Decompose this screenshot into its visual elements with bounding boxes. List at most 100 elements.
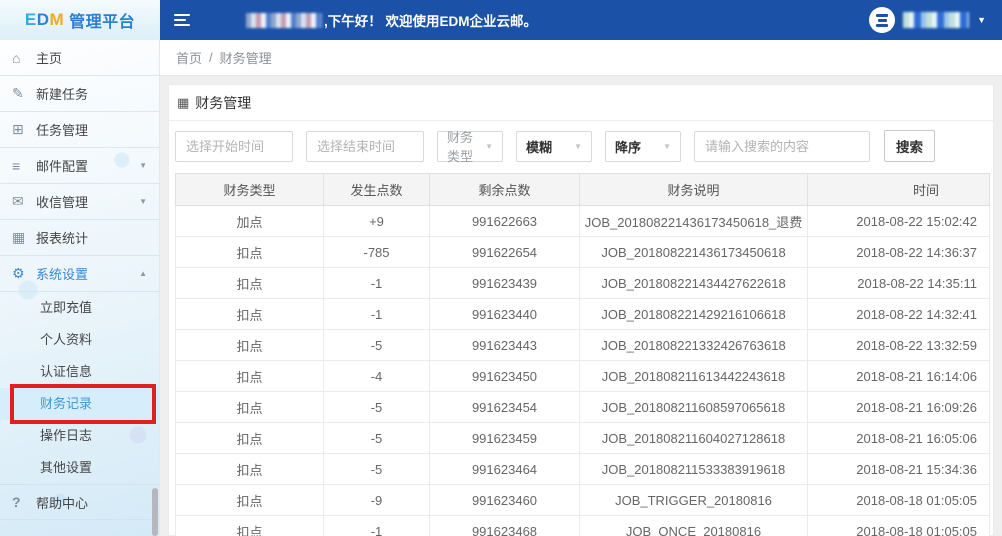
cell-description: JOB_ONCE_20180816 (580, 516, 808, 536)
cell-time: 2018-08-22 13:32:59 (808, 330, 990, 361)
breadcrumb-current: 财务管理 (220, 48, 272, 67)
cell-time: 2018-08-22 14:32:41 (808, 299, 990, 330)
table-row: 加点+9991622663JOB_201808221436173450618_退… (176, 206, 990, 237)
table-row: 扣点-1991623440JOB_20180822142921610661820… (176, 299, 990, 330)
tasks-icon: ⊞ (12, 121, 36, 138)
sidebar-subitem-label: 认证信息 (40, 364, 92, 379)
cell-finance-type: 扣点 (176, 516, 324, 536)
column-header-1: 发生点数 (324, 174, 430, 206)
start-time-input[interactable] (175, 131, 293, 162)
cell-finance-type: 扣点 (176, 392, 324, 423)
cell-time: 2018-08-22 15:02:42 (808, 206, 990, 237)
cell-points-remaining: 991623464 (430, 454, 580, 485)
table-row: 扣点-5991623443JOB_20180822133242676361820… (176, 330, 990, 361)
chevron-down-icon: ▼ (977, 15, 986, 25)
sidebar-item-label: 报表统计 (36, 228, 88, 247)
app-logo: EDM管理平台 (0, 0, 160, 40)
sidebar-item-help[interactable]: ?帮助中心 (0, 484, 159, 520)
cell-finance-type: 扣点 (176, 237, 324, 268)
panel-header: ▦ 财务管理 (169, 85, 993, 121)
cell-time: 2018-08-21 16:14:06 (808, 361, 990, 392)
cell-points-remaining: 991623450 (430, 361, 580, 392)
panel-title: 财务管理 (195, 93, 251, 113)
cell-points-remaining: 991623439 (430, 268, 580, 299)
redacted-account-name (903, 12, 969, 28)
search-input[interactable] (694, 131, 870, 162)
sidebar-item-label: 帮助中心 (36, 493, 88, 512)
breadcrumb-home-link[interactable]: 首页 (176, 48, 202, 67)
sidebar-item-label: 新建任务 (36, 84, 88, 103)
cell-finance-type: 扣点 (176, 423, 324, 454)
user-menu[interactable]: ▼ (869, 7, 1002, 33)
gear-icon: ⚙ (12, 265, 36, 282)
edm-avatar-icon (869, 7, 895, 33)
finance-table: 财务类型发生点数剩余点数财务说明时间 加点+9991622663JOB_2018… (175, 173, 990, 536)
sidebar: ⌂主页✎新建任务⊞任务管理≡邮件配置▼✉收信管理▼▦报表统计⚙系统设置▲ 立即充… (0, 40, 160, 536)
cell-points-remaining: 991623468 (430, 516, 580, 536)
sidebar-item-4[interactable]: ✉收信管理▼ (0, 184, 159, 220)
cell-finance-type: 扣点 (176, 454, 324, 485)
end-time-input[interactable] (306, 131, 424, 162)
sidebar-item-5[interactable]: ▦报表统计 (0, 220, 159, 256)
sidebar-item-6[interactable]: ⚙系统设置▲ (0, 256, 159, 292)
cell-description: JOB_201808211613442243618 (580, 361, 808, 392)
logo-letter-e: E (25, 10, 37, 30)
chevron-down-icon: ▼ (473, 142, 493, 151)
chevron-down-icon: ▼ (139, 161, 147, 170)
cell-points-remaining: 991623459 (430, 423, 580, 454)
sidebar-item-label: 邮件配置 (36, 156, 88, 175)
finance-type-select[interactable]: 财务类型 ▼ (437, 131, 503, 162)
cell-points-remaining: 991622654 (430, 237, 580, 268)
sort-order-value: 降序 (615, 137, 641, 156)
cell-points-change: -5 (324, 330, 430, 361)
sidebar-submenu: 立即充值个人资料认证信息财务记录操作日志其他设置 (0, 292, 159, 484)
cell-description: JOB_201808221436173450618_退费 (580, 206, 808, 237)
table-row: 扣点-4991623450JOB_20180821161344224361820… (176, 361, 990, 392)
breadcrumb-separator: / (209, 50, 213, 65)
sidebar-subitem-5[interactable]: 其他设置 (0, 452, 159, 484)
sidebar-scrollbar[interactable] (152, 488, 158, 536)
cell-points-change: -4 (324, 361, 430, 392)
sidebar-subitem-label: 其他设置 (40, 460, 92, 475)
cell-description: JOB_201808211608597065618 (580, 392, 808, 423)
match-mode-select[interactable]: 模糊 ▼ (516, 131, 592, 162)
cell-description: JOB_201808211533383919618 (580, 454, 808, 485)
cell-points-remaining: 991623460 (430, 485, 580, 516)
cell-points-change: -5 (324, 423, 430, 454)
clipboard-icon: ✎ (12, 85, 36, 102)
cell-finance-type: 扣点 (176, 361, 324, 392)
cell-points-change: -1 (324, 268, 430, 299)
cell-points-change: -1 (324, 516, 430, 536)
cell-time: 2018-08-21 16:09:26 (808, 392, 990, 423)
sidebar-item-2[interactable]: ⊞任务管理 (0, 112, 159, 148)
breadcrumb: 首页 / 财务管理 (160, 40, 1002, 76)
sidebar-item-3[interactable]: ≡邮件配置▼ (0, 148, 159, 184)
cell-time: 2018-08-18 01:05:05 (808, 516, 990, 536)
table-row: 扣点-1991623468JOB_ONCE_201808162018-08-18… (176, 516, 990, 536)
table-header-row: 财务类型发生点数剩余点数财务说明时间 (176, 174, 990, 206)
sidebar-subitem-1[interactable]: 个人资料 (0, 324, 159, 356)
cell-time: 2018-08-18 01:05:05 (808, 485, 990, 516)
sidebar-subitem-3[interactable]: 财务记录 (0, 388, 159, 420)
cell-points-remaining: 991622663 (430, 206, 580, 237)
cell-finance-type: 加点 (176, 206, 324, 237)
sidebar-item-1[interactable]: ✎新建任务 (0, 76, 159, 112)
sidebar-subitem-label: 个人资料 (40, 332, 92, 347)
cell-finance-type: 扣点 (176, 330, 324, 361)
cell-points-change: -1 (324, 299, 430, 330)
main-content: 首页 / 财务管理 ▦ 财务管理 财务类型 ▼ 模糊 ▼ (160, 40, 1002, 536)
sidebar-subitem-0[interactable]: 立即充值 (0, 292, 159, 324)
column-header-3: 财务说明 (580, 174, 808, 206)
table-icon: ▦ (177, 95, 189, 111)
sidebar-item-0[interactable]: ⌂主页 (0, 40, 159, 76)
cell-description: JOB_TRIGGER_20180816 (580, 485, 808, 516)
finance-type-value: 财务类型 (447, 127, 473, 165)
sidebar-toggle-icon[interactable] (160, 0, 204, 40)
sidebar-subitem-4[interactable]: 操作日志 (0, 420, 159, 452)
cell-points-change: -5 (324, 454, 430, 485)
column-header-2: 剩余点数 (430, 174, 580, 206)
sidebar-help: ?帮助中心 (0, 484, 159, 520)
sidebar-subitem-2[interactable]: 认证信息 (0, 356, 159, 388)
search-button[interactable]: 搜索 (884, 130, 935, 162)
sort-order-select[interactable]: 降序 ▼ (605, 131, 681, 162)
